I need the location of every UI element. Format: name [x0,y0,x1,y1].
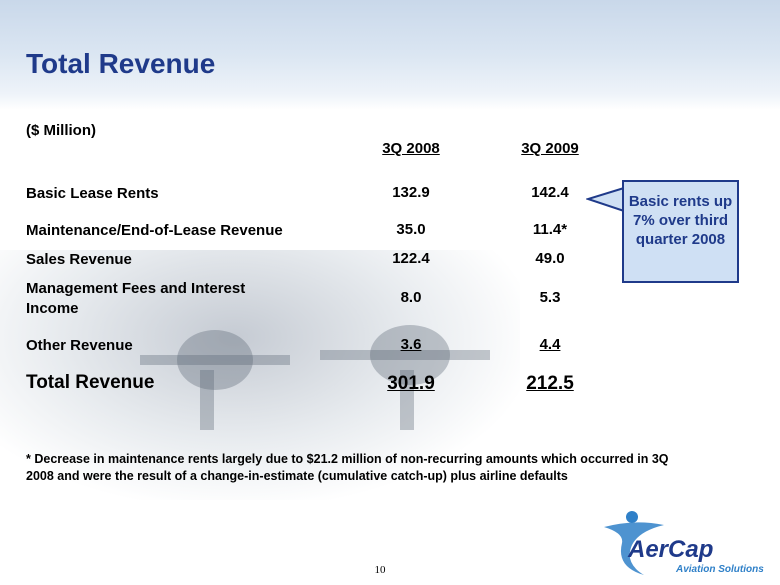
callout-box: Basic rents up 7% over third quarter 200… [622,180,739,283]
value-3q2009: 4.4 [539,336,561,353]
footnote: * Decrease in maintenance rents largely … [26,452,669,483]
total-3q2008: 301.9 [387,373,435,394]
value-3q2009: 5.3 [539,289,561,306]
value-3q2008: 35.0 [396,221,426,238]
page-number: 10 [374,564,386,576]
page-title: Total Revenue [26,48,216,79]
column-header-3q2008: 3Q 2008 [382,140,440,157]
logo-wordmark: AerCap [628,536,714,563]
unit-label: ($ Million) [26,122,96,139]
row-label: Other Revenue [26,337,133,354]
total-label: Total Revenue [26,372,155,393]
logo-tagline: Aviation Solutions [676,564,764,575]
value-3q2008: 8.0 [400,289,422,306]
column-header-3q2009: 3Q 2009 [521,140,579,157]
value-3q2008: 3.6 [400,336,422,353]
value-3q2009: 49.0 [535,250,565,267]
value-3q2008: 132.9 [392,184,430,201]
value-3q2008: 122.4 [392,250,430,267]
airplane-silhouette-icon [140,325,490,430]
row-label: Basic Lease Rents [26,185,159,202]
row-label: Management Fees and Interest Income [26,280,246,317]
total-3q2009: 212.5 [526,373,574,394]
row-label: Sales Revenue [26,251,132,268]
callout-pointer-icon [586,186,625,213]
row-label: Maintenance/End-of-Lease Revenue [26,222,283,239]
